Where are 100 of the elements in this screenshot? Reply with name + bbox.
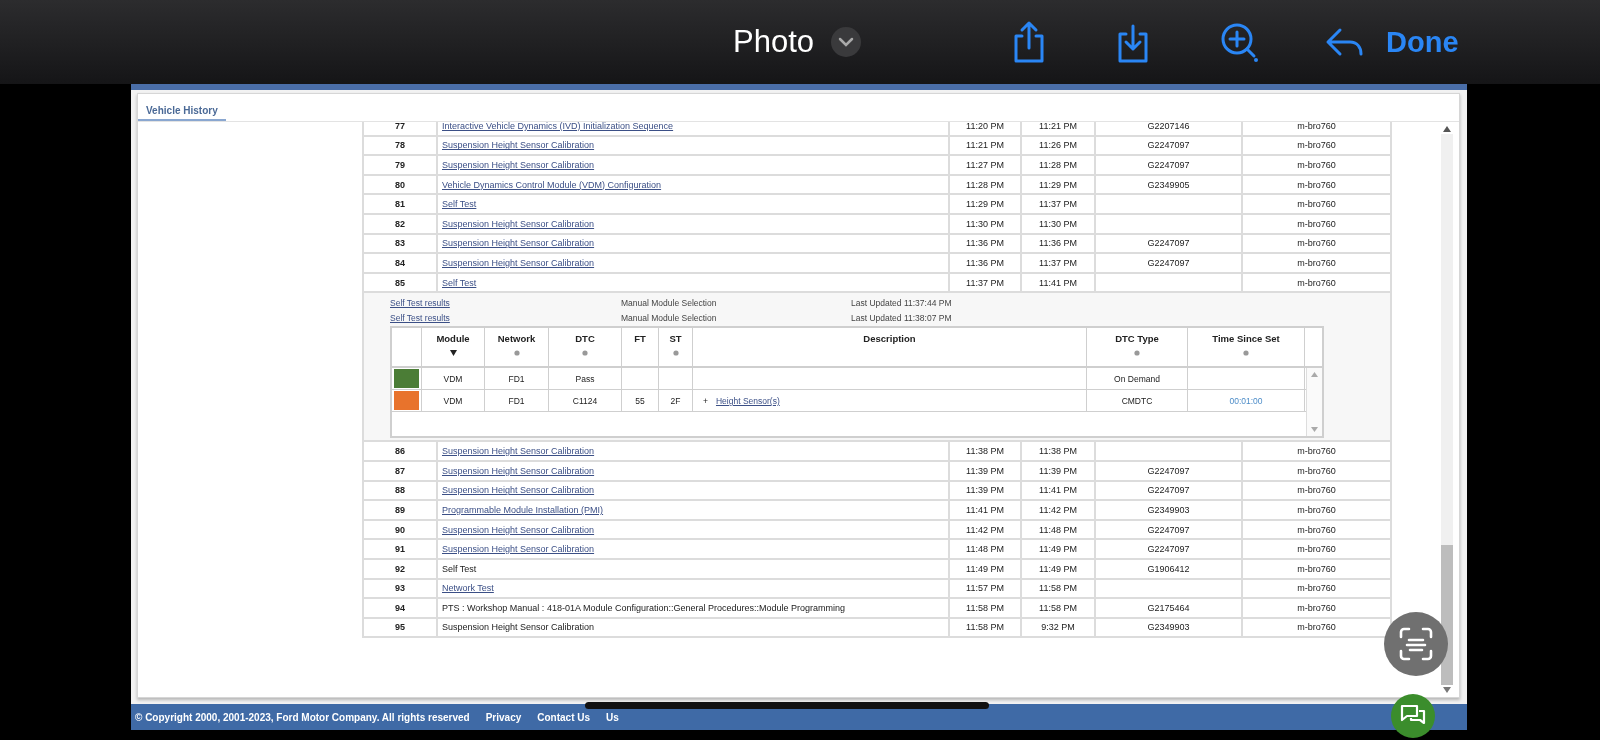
table-cell: 11:58 PM (949, 598, 1021, 618)
sort-icon[interactable] (513, 350, 520, 357)
table-cell: 11:27 PM (949, 155, 1021, 175)
table-cell: G2247097 (1095, 539, 1242, 559)
sort-icon[interactable] (1134, 350, 1140, 357)
table-cell: 11:39 PM (949, 480, 1021, 501)
table-cell: 00:01:00 (1229, 395, 1263, 406)
sort-icon[interactable] (1243, 350, 1249, 357)
table-cell: 95 (363, 617, 437, 638)
procedure-link[interactable]: Suspension Height Sensor Calibration (442, 465, 595, 476)
tab[interactable]: Vehicle History (138, 94, 226, 121)
table-cell: 11:21 PM (949, 135, 1021, 156)
column-header: Time Since Set (1212, 333, 1280, 345)
table-cell: 90 (363, 519, 437, 540)
table-cell: FD1 (508, 395, 525, 406)
table-cell: 11:37 PM (1021, 194, 1095, 214)
table-cell: G2349903 (1095, 617, 1242, 638)
table-cell: G2247097 (1095, 253, 1242, 273)
table-cell: m-bro760 (1242, 500, 1391, 520)
table-cell: 79 (363, 155, 437, 175)
table-cell: m-bro760 (1242, 122, 1391, 136)
table-cell: 11:58 PM (949, 617, 1021, 638)
footer-link[interactable]: Contact Us (537, 711, 591, 723)
procedure-link[interactable]: Self Test (442, 199, 477, 210)
column-header: Description (863, 333, 916, 345)
table-cell: G2247097 (1095, 135, 1242, 156)
procedure-link[interactable]: Network Test (442, 583, 494, 594)
table-cell: 11:30 PM (1021, 213, 1095, 234)
procedure-name: Suspension Height Sensor Calibration (442, 622, 595, 633)
table-cell: m-bro760 (1242, 558, 1391, 579)
table-cell: FD1 (508, 373, 525, 384)
table-cell: 11:36 PM (949, 233, 1021, 254)
table-cell: 11:30 PM (949, 213, 1021, 234)
table-cell: 11:36 PM (1021, 233, 1095, 254)
chevron-down-icon[interactable] (830, 26, 862, 58)
table-cell: 11:38 PM (949, 441, 1021, 461)
procedure-link[interactable]: Suspension Height Sensor Calibration (442, 544, 595, 555)
sort-icon[interactable] (672, 350, 679, 357)
table-cell: G2247097 (1095, 233, 1242, 254)
table-cell: G2349905 (1095, 174, 1242, 195)
table-cell: C1124 (572, 395, 598, 406)
scroll-up-icon[interactable] (1443, 126, 1451, 132)
procedure-link[interactable]: Suspension Height Sensor Calibration (442, 238, 595, 249)
sort-icon[interactable] (582, 350, 588, 357)
procedure-link[interactable]: Programmable Module Installation (PMI) (442, 504, 604, 515)
footer-link[interactable]: Us (606, 711, 619, 723)
table-cell: 77 (363, 122, 437, 136)
table-cell: VDM (443, 373, 463, 384)
table-cell: G1906412 (1095, 558, 1242, 579)
table-cell: 11:42 PM (1021, 500, 1095, 520)
table-cell: On Demand (1114, 373, 1160, 384)
table-cell: 92 (363, 558, 437, 579)
updated-label: Last Updated 11:38:07 PM (851, 312, 952, 323)
table-cell: 11:48 PM (1021, 519, 1095, 540)
table-cell: 11:39 PM (1021, 460, 1095, 481)
table-cell: 88 (363, 480, 437, 501)
table-cell: 11:49 PM (1021, 558, 1095, 579)
table-cell: m-bro760 (1242, 578, 1391, 599)
procedure-link[interactable]: Suspension Height Sensor Calibration (442, 160, 595, 170)
table-cell: m-bro760 (1242, 480, 1391, 501)
column-header: DTC (575, 333, 595, 345)
procedure-link[interactable]: Suspension Height Sensor Calibration (442, 446, 595, 457)
procedure-link[interactable]: Suspension Height Sensor Calibration (442, 257, 595, 268)
expand-toggle[interactable]: + (703, 395, 708, 406)
table-cell: 87 (363, 460, 437, 481)
table-cell: 11:49 PM (949, 558, 1021, 579)
table-cell: 11:38 PM (1021, 441, 1095, 461)
column-header: Module (436, 333, 470, 345)
procedure-link[interactable]: Self Test (442, 277, 477, 288)
table-cell: 78 (363, 135, 437, 156)
procedure-name: PTS : Workshop Manual : 418-01A Module Configuration::General Procedures::Module Programming (442, 602, 846, 613)
table-cell: VDM (443, 395, 463, 406)
table-cell: 82 (363, 213, 437, 234)
table-cell: Pass (575, 373, 595, 384)
results-link[interactable]: Self Test results (390, 312, 450, 323)
procedure-link[interactable]: Suspension Height Sensor Calibration (442, 524, 595, 535)
table-cell: 11:29 PM (949, 194, 1021, 214)
table-cell: 11:28 PM (1021, 155, 1095, 175)
table-cell: m-bro760 (1242, 253, 1391, 273)
footer-link[interactable]: Privacy (485, 711, 522, 723)
column-header: FT (634, 333, 646, 345)
scroll-down-icon[interactable] (1443, 687, 1451, 693)
table-cell: m-bro760 (1242, 194, 1391, 214)
column-header: DTC Type (1115, 333, 1159, 345)
procedure-link[interactable]: Suspension Height Sensor Calibration (442, 218, 595, 229)
done-button[interactable]: Done (1386, 25, 1459, 59)
table-cell: G2247097 (1095, 480, 1242, 501)
table-cell: 93 (363, 578, 437, 599)
table-cell: 11:36 PM (949, 253, 1021, 273)
scroll-thumb[interactable] (1441, 545, 1453, 685)
procedure-link[interactable]: Suspension Height Sensor Calibration (442, 485, 595, 496)
procedure-name: Self Test (442, 563, 477, 574)
dtc-description-link[interactable]: Height Sensor(s) (715, 395, 780, 406)
viewer-title: Photo (733, 24, 814, 60)
table-cell: CMDTC (1121, 395, 1153, 406)
results-link[interactable]: Self Test results (390, 297, 450, 308)
sort-descending-icon[interactable] (449, 350, 457, 357)
table-cell: 11:58 PM (1021, 578, 1095, 599)
table-cell: m-bro760 (1242, 539, 1391, 559)
procedure-link[interactable]: Suspension Height Sensor Calibration (442, 140, 595, 151)
